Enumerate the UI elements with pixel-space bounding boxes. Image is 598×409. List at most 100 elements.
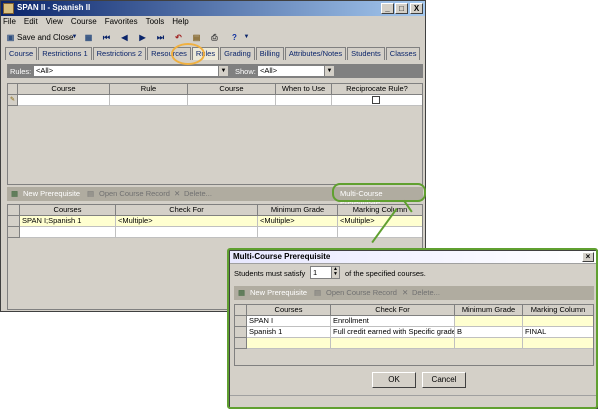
table-cell[interactable] bbox=[258, 227, 338, 238]
table-cell[interactable] bbox=[116, 227, 258, 238]
table-cell[interactable] bbox=[523, 338, 593, 349]
menu-edit[interactable]: Edit bbox=[24, 17, 38, 29]
open-record-icon: ▤ bbox=[87, 189, 95, 198]
show-label: Show: bbox=[235, 67, 256, 76]
ok-button[interactable]: OK bbox=[372, 372, 416, 388]
satisfy-suffix: of the specified courses. bbox=[345, 269, 426, 278]
menu-view[interactable]: View bbox=[46, 17, 63, 29]
rules-new-course-cell[interactable] bbox=[18, 95, 110, 106]
spinner-icon[interactable]: ▲ ▼ bbox=[331, 267, 339, 278]
toolbar: ▣ Save and Close ▼ ▦ ⏮ ◀ ▶ ⏭ ↶ ▤ ⎙ ? ▼ bbox=[3, 30, 425, 45]
table-cell[interactable]: <Multiple> bbox=[116, 216, 258, 227]
tab-attributes-notes[interactable]: Attributes/Notes bbox=[284, 47, 347, 60]
menu-course[interactable]: Course bbox=[71, 17, 97, 29]
multi-course-highlight bbox=[332, 183, 426, 202]
tab-grading[interactable]: Grading bbox=[220, 47, 255, 60]
col-header-reciprocate[interactable]: Reciprocate Rule? bbox=[332, 84, 422, 95]
col-header-course[interactable]: Course bbox=[18, 84, 110, 95]
show-select[interactable]: <All> ▼ bbox=[257, 65, 335, 77]
table-cell[interactable]: <Multiple> bbox=[338, 216, 422, 227]
table-cell[interactable]: <Multiple> bbox=[258, 216, 338, 227]
delete-icon: ✕ bbox=[402, 288, 409, 297]
row-header[interactable] bbox=[8, 227, 20, 238]
minimize-button[interactable]: _ bbox=[381, 3, 394, 14]
previous-record-icon[interactable]: ◀ bbox=[119, 32, 130, 43]
help-button[interactable]: ? bbox=[229, 32, 240, 43]
tab-restrictions-2[interactable]: Restrictions 2 bbox=[92, 47, 147, 60]
row-header[interactable] bbox=[235, 316, 247, 327]
rules-new-when-cell[interactable] bbox=[276, 95, 332, 106]
save-disk-icon[interactable]: ▦ bbox=[83, 32, 94, 43]
dialog-new-prereq-button[interactable]: New Prerequisite bbox=[250, 288, 307, 297]
table-cell[interactable]: Enrollment bbox=[331, 316, 455, 327]
undo-icon[interactable]: ↶ bbox=[173, 32, 184, 43]
col-header-course-2[interactable]: Course bbox=[188, 84, 276, 95]
new-prereq-button[interactable]: New Prerequisite bbox=[23, 189, 80, 198]
next-record-icon[interactable]: ▶ bbox=[137, 32, 148, 43]
tab-restrictions-1[interactable]: Restrictions 1 bbox=[38, 47, 92, 60]
dialog-close-button[interactable]: × bbox=[582, 252, 594, 262]
delete-button[interactable]: Delete... bbox=[184, 189, 212, 198]
rules-new-rule-cell[interactable] bbox=[110, 95, 188, 106]
rules-select[interactable]: <All> ▼ bbox=[33, 65, 229, 77]
rules-new-course2-cell[interactable] bbox=[188, 95, 276, 106]
table-cell[interactable]: Full credit earned with Specific grade bbox=[331, 327, 455, 338]
folder-icon[interactable]: ▤ bbox=[191, 32, 202, 43]
menu-help[interactable]: Help bbox=[172, 17, 188, 29]
help-dropdown-icon[interactable]: ▼ bbox=[241, 32, 252, 43]
tab-billing[interactable]: Billing bbox=[255, 47, 284, 60]
table-cell[interactable] bbox=[331, 338, 455, 349]
row-header[interactable] bbox=[235, 327, 247, 338]
col-header-courses[interactable]: Courses bbox=[247, 305, 331, 316]
menu-file[interactable]: File bbox=[3, 17, 16, 29]
table-cell[interactable]: SPAN I bbox=[247, 316, 331, 327]
menu-tools[interactable]: Tools bbox=[146, 17, 165, 29]
dialog-delete-button[interactable]: Delete... bbox=[412, 288, 440, 297]
table-cell[interactable]: B bbox=[455, 327, 523, 338]
col-header-rule[interactable]: Rule bbox=[110, 84, 188, 95]
satisfy-count-value: 1 bbox=[313, 268, 318, 277]
dialog-open-course-record-button[interactable]: Open Course Record bbox=[326, 288, 397, 297]
rules-new-reciprocate-cell bbox=[332, 95, 422, 106]
last-record-icon[interactable]: ⏭ bbox=[155, 32, 166, 43]
table-cell[interactable] bbox=[523, 316, 593, 327]
dialog-title: Multi-Course Prerequisite bbox=[230, 251, 597, 264]
delete-icon: ✕ bbox=[174, 189, 181, 198]
table-cell[interactable] bbox=[247, 338, 331, 349]
cancel-button[interactable]: Cancel bbox=[422, 372, 466, 388]
first-record-icon[interactable]: ⏮ bbox=[101, 32, 112, 43]
show-select-value: <All> bbox=[260, 66, 278, 75]
dialog-grid: Courses Check For Minimum Grade Marking … bbox=[234, 304, 594, 366]
tab-students[interactable]: Students bbox=[347, 47, 385, 60]
rules-label: Rules: bbox=[10, 67, 32, 76]
open-record-icon: ▤ bbox=[314, 288, 322, 297]
satisfy-prefix: Students must satisfy bbox=[234, 269, 306, 278]
table-cell[interactable]: Spanish 1 bbox=[247, 327, 331, 338]
table-cell[interactable]: SPAN I;Spanish 1 bbox=[20, 216, 116, 227]
table-cell[interactable] bbox=[20, 227, 116, 238]
chevron-down-icon[interactable]: ▼ bbox=[69, 32, 80, 43]
col-header-minimum-grade[interactable]: Minimum Grade bbox=[455, 305, 523, 316]
col-header-minimum-grade[interactable]: Minimum Grade bbox=[258, 205, 338, 216]
reciprocate-checkbox[interactable] bbox=[372, 96, 380, 104]
tab-classes[interactable]: Classes bbox=[385, 47, 421, 60]
col-header-marking-column[interactable]: Marking Column bbox=[523, 305, 593, 316]
table-cell[interactable] bbox=[455, 338, 523, 349]
satisfy-count-input[interactable]: 1 ▲ ▼ bbox=[310, 266, 340, 279]
col-header-check-for[interactable]: Check For bbox=[116, 205, 258, 216]
print-icon[interactable]: ⎙ bbox=[209, 32, 220, 43]
row-header[interactable] bbox=[235, 338, 247, 349]
col-header-courses[interactable]: Courses bbox=[20, 205, 116, 216]
close-button[interactable]: X bbox=[410, 3, 423, 14]
tab-course[interactable]: Course bbox=[5, 47, 38, 60]
table-cell[interactable] bbox=[455, 316, 523, 327]
maximize-button[interactable]: □ bbox=[395, 3, 408, 14]
save-close-button[interactable]: Save and Close bbox=[17, 31, 73, 44]
table-cell[interactable]: FINAL bbox=[523, 327, 593, 338]
col-header-when-to-use[interactable]: When to Use bbox=[276, 84, 332, 95]
col-header-check-for[interactable]: Check For bbox=[331, 305, 455, 316]
row-header[interactable] bbox=[8, 216, 20, 227]
grid-corner bbox=[235, 305, 247, 316]
menu-favorites[interactable]: Favorites bbox=[105, 17, 138, 29]
open-course-record-button[interactable]: Open Course Record bbox=[99, 189, 170, 198]
